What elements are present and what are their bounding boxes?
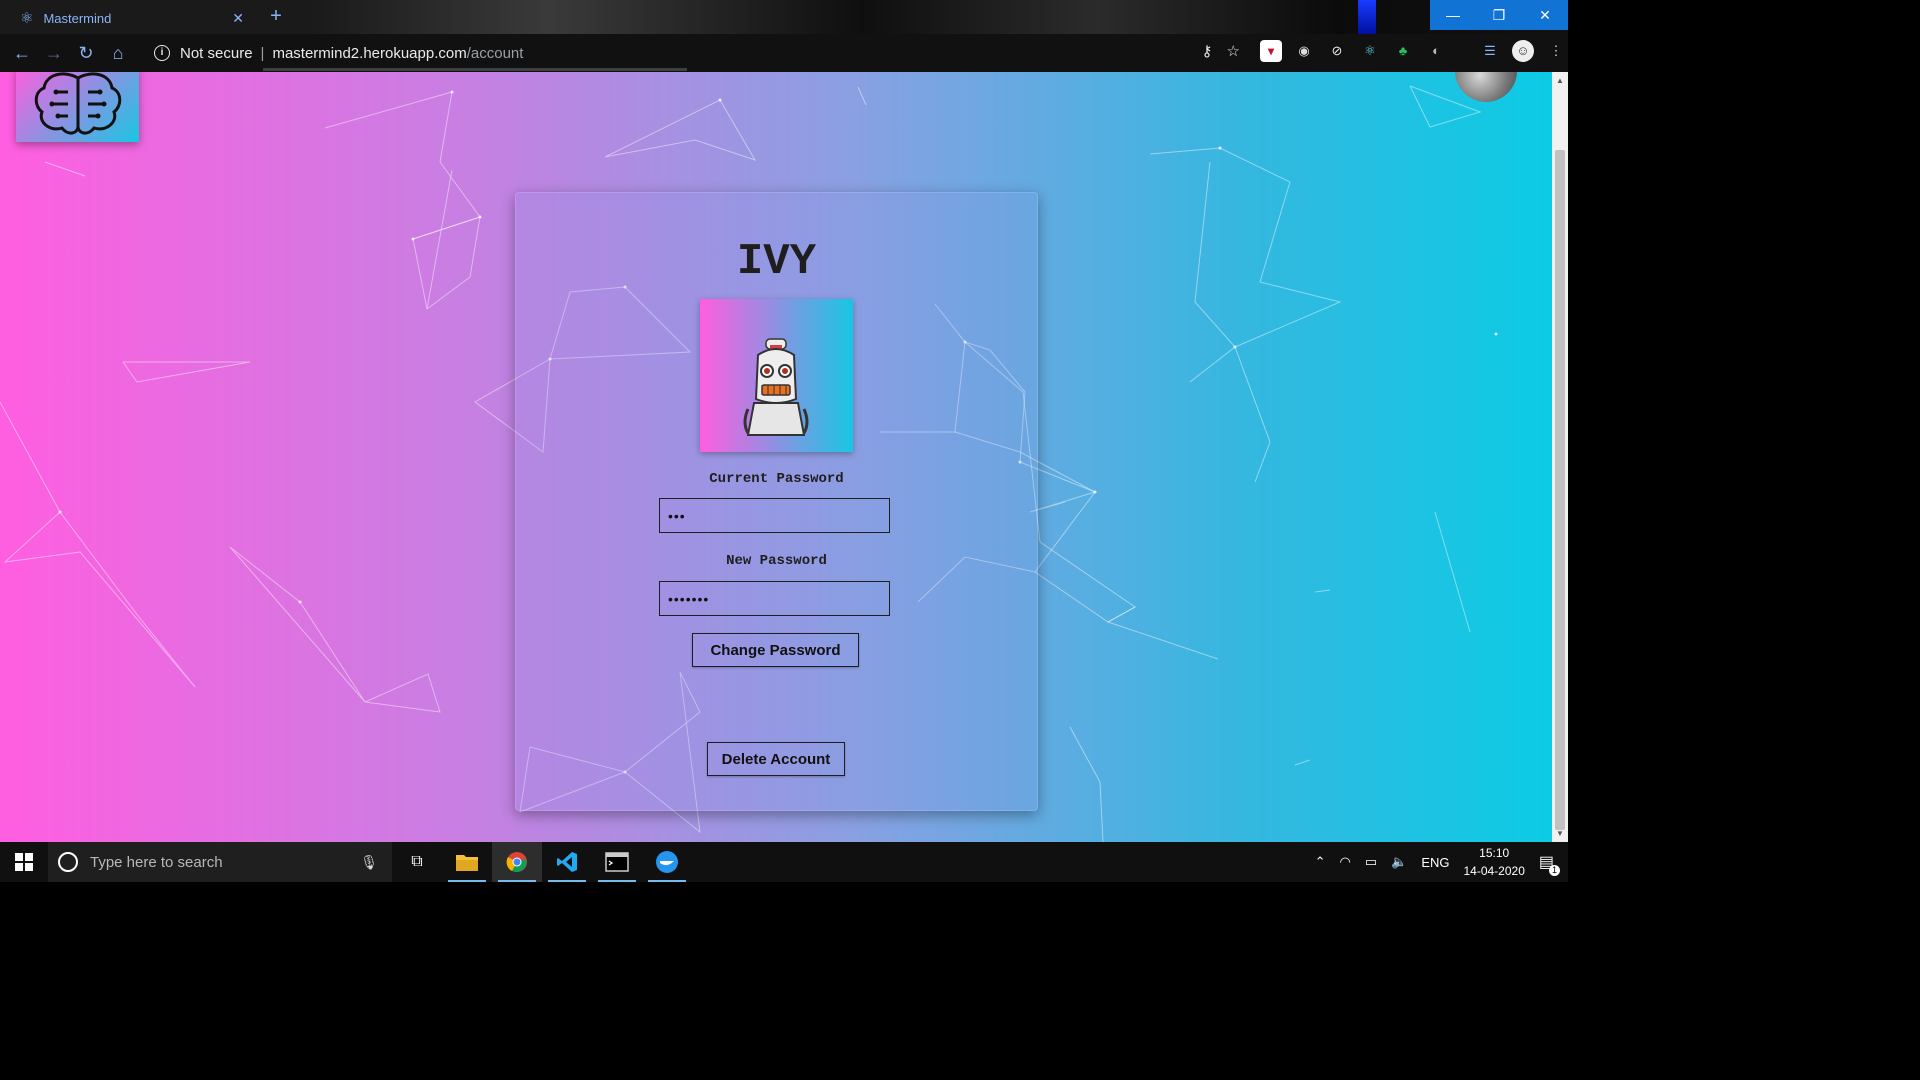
windows-taskbar: Type here to search 🎙 ⧉ ⌃ ◠ ▭ 🔈 ENG 15:1… — [0, 842, 1568, 882]
window-controls: — ❐ ✕ — [1430, 0, 1568, 30]
omnibox-actions: ⚷ ☆ — [1202, 42, 1240, 60]
chrome-app[interactable] — [492, 842, 542, 882]
change-password-button[interactable]: Change Password — [692, 633, 859, 667]
restore-button[interactable]: ❐ — [1476, 0, 1522, 30]
vscode-icon — [557, 852, 577, 872]
notification-icon[interactable]: ▤ 1 — [1539, 852, 1560, 876]
terminal-app[interactable] — [592, 842, 642, 882]
docker-icon — [656, 851, 678, 873]
volume-icon[interactable]: 🔈 — [1391, 854, 1407, 870]
url-path: /account — [466, 44, 524, 62]
screen: ⚛ Mastermind ✕ + — ❐ ✕ ← → ↻ ⌂ i Not sec… — [0, 0, 1568, 882]
docker-app[interactable] — [642, 842, 692, 882]
pocket-extension-icon[interactable]: ▾ — [1260, 40, 1282, 62]
terminal-icon — [605, 852, 629, 872]
minimize-button[interactable]: — — [1430, 0, 1476, 30]
divider: | — [260, 44, 265, 62]
dark-mode-icon[interactable]: ◐ — [1425, 40, 1447, 62]
new-password-input[interactable] — [659, 581, 890, 616]
task-view-icon: ⧉ — [411, 853, 423, 870]
microphone-icon[interactable]: 🎙 — [360, 854, 378, 871]
browser-tab-strip: ⚛ Mastermind ✕ + — ❐ ✕ — [0, 0, 1568, 34]
back-button[interactable]: ← — [6, 43, 38, 64]
page-title: IVY — [736, 237, 817, 287]
file-explorer-app[interactable] — [442, 842, 492, 882]
chevron-up-icon[interactable]: ⌃ — [1315, 854, 1326, 870]
system-tray: ⌃ ◠ ▭ 🔈 ENG 15:10 14-04-2020 ▤ 1 — [1315, 842, 1568, 882]
glasses-extension-icon[interactable]: ◉ — [1293, 40, 1315, 62]
battery-icon[interactable]: ▭ — [1365, 854, 1377, 870]
home-button[interactable]: ⌂ — [102, 43, 134, 64]
scroll-up-icon[interactable]: ▲ — [1552, 76, 1568, 85]
scrollbar-thumb[interactable] — [1555, 150, 1565, 830]
url-host: mastermind2.herokuapp.com — [272, 44, 467, 62]
brain-logo[interactable] — [16, 72, 139, 142]
extensions: ▾ ◉ ⊘ ⚛ ♣ ◐ ☰ ☺ ⋮ — [1260, 40, 1567, 62]
search-placeholder: Type here to search — [90, 853, 223, 871]
evernote-icon[interactable]: ♣ — [1392, 40, 1414, 62]
robot-icon — [743, 338, 809, 436]
block-extension-icon[interactable]: ⊘ — [1326, 40, 1348, 62]
scroll-down-icon[interactable]: ▼ — [1552, 829, 1568, 838]
profile-avatar-icon[interactable]: ☺ — [1512, 40, 1534, 62]
clock-time: 15:10 — [1479, 846, 1510, 860]
reading-list-icon[interactable]: ☰ — [1479, 40, 1501, 62]
cortana-icon — [58, 852, 78, 872]
menu-kebab-icon[interactable]: ⋮ — [1545, 40, 1567, 62]
new-password-label: New Password — [726, 553, 827, 569]
windows-icon — [15, 853, 33, 871]
new-tab-button[interactable]: + — [264, 4, 288, 28]
chrome-icon — [506, 852, 527, 873]
start-button[interactable] — [0, 842, 48, 882]
clock-date: 14-04-2020 — [1463, 864, 1525, 878]
page-background: IVY Current Password ••• New Password ••… — [0, 72, 1552, 842]
loading-bar — [263, 68, 687, 71]
folder-icon — [456, 855, 478, 871]
browser-tab[interactable]: ⚛ Mastermind ✕ — [8, 2, 256, 34]
task-view-button[interactable]: ⧉ — [392, 842, 442, 882]
brain-icon — [34, 72, 122, 135]
current-password-label: Current Password — [709, 471, 844, 487]
address-bar[interactable]: i Not secure | mastermind2.herokuapp.com… — [146, 39, 1246, 67]
vscode-app[interactable] — [542, 842, 592, 882]
close-window-button[interactable]: ✕ — [1522, 0, 1568, 30]
language-indicator[interactable]: ENG — [1421, 855, 1449, 870]
tab-title: Mastermind — [43, 10, 112, 26]
forward-button[interactable]: → — [38, 43, 70, 64]
wifi-icon[interactable]: ◠ — [1339, 854, 1350, 870]
account-card: IVY Current Password ••• New Password ••… — [515, 192, 1038, 811]
notification-badge: 1 — [1549, 865, 1560, 876]
bookmark-star-icon[interactable]: ☆ — [1227, 42, 1240, 60]
background-decoration — [1358, 0, 1376, 34]
react-icon: ⚛ — [20, 10, 34, 27]
info-icon[interactable]: i — [154, 45, 170, 61]
key-icon[interactable]: ⚷ — [1202, 42, 1213, 60]
page-scrollbar[interactable]: ▲ ▼ — [1552, 72, 1568, 842]
close-tab-icon[interactable]: ✕ — [232, 10, 244, 27]
react-devtools-icon[interactable]: ⚛ — [1359, 40, 1381, 62]
reload-button[interactable]: ↻ — [70, 43, 102, 64]
security-label: Not secure — [180, 44, 253, 62]
delete-account-button[interactable]: Delete Account — [707, 742, 845, 776]
clock[interactable]: 15:10 14-04-2020 — [1463, 844, 1524, 880]
current-password-input[interactable] — [659, 498, 890, 533]
robot-avatar — [700, 299, 853, 452]
taskbar-search[interactable]: Type here to search 🎙 — [48, 842, 392, 882]
